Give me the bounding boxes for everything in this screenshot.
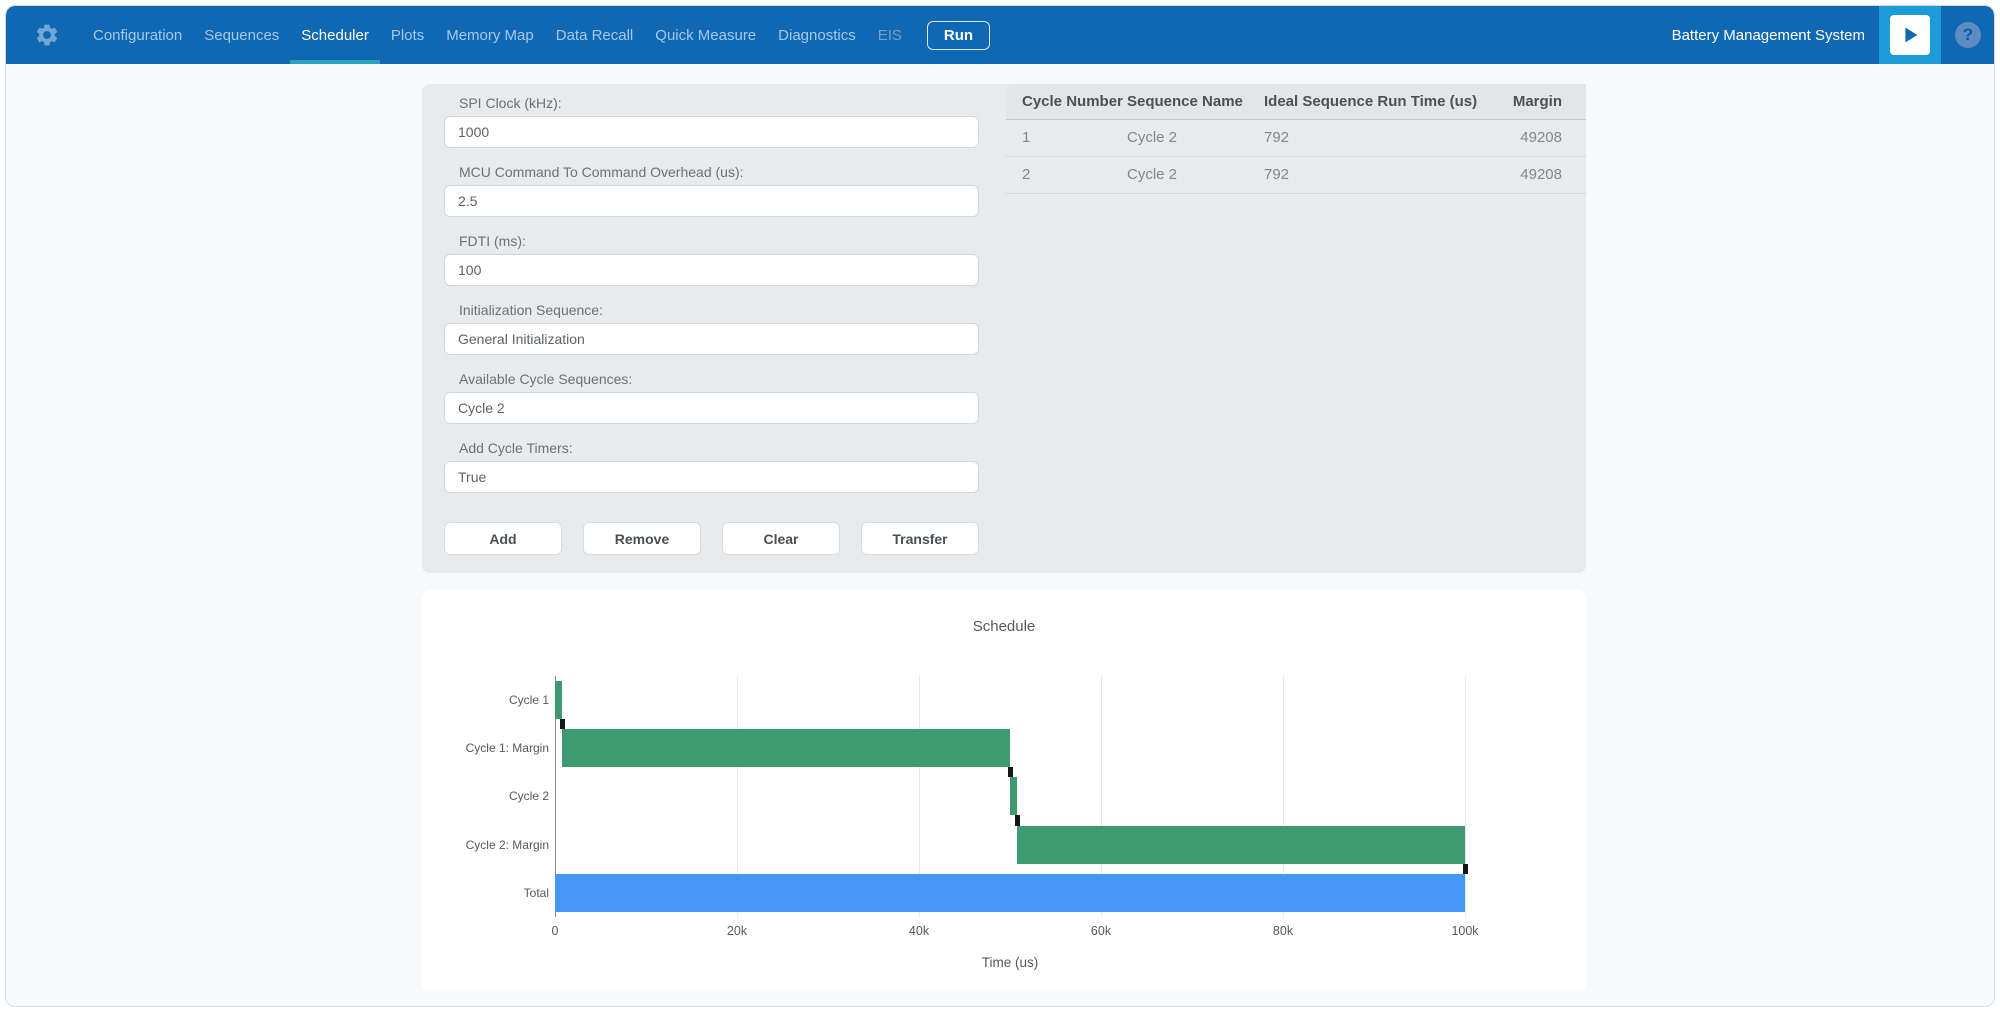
add-button[interactable]: Add (444, 522, 562, 555)
field-input-initialization-sequence[interactable] (444, 323, 979, 355)
nav-item-sequences[interactable]: Sequences (193, 6, 290, 64)
table-cell: Cycle 2 (1127, 156, 1264, 193)
nav-menu: ConfigurationSequencesSchedulerPlotsMemo… (82, 6, 913, 64)
app-title: Battery Management System (1672, 27, 1865, 44)
form-button-row: Add Remove Clear Transfer (444, 522, 979, 555)
gantt-bar-total (555, 874, 1465, 912)
transition-marker (1463, 864, 1468, 874)
table-cell: 2 (1006, 156, 1127, 193)
x-tick-label: 0 (533, 924, 577, 938)
field-input-add-cycle-timers[interactable] (444, 461, 979, 493)
table-row[interactable]: 1Cycle 279249208 (1006, 119, 1586, 156)
field-input-mcu-command-to-command-overhead-us[interactable] (444, 185, 979, 217)
table-header-row: Cycle NumberSequence NameIdeal Sequence … (1006, 84, 1586, 119)
x-tick-label: 80k (1261, 924, 1305, 938)
table-cell: 792 (1264, 119, 1501, 156)
help-icon[interactable]: ? (1955, 22, 1981, 48)
nav-item-configuration[interactable]: Configuration (82, 6, 193, 64)
play-tile-button[interactable] (1879, 6, 1941, 64)
table-cell: 792 (1264, 156, 1501, 193)
x-axis-title: Time (us) (555, 955, 1465, 970)
transition-marker (1015, 815, 1020, 825)
x-tick-label: 20k (715, 924, 759, 938)
y-category-label: Cycle 2 (422, 772, 549, 820)
y-category-label: Total (422, 869, 549, 917)
remove-button[interactable]: Remove (583, 522, 701, 555)
table-row[interactable]: 2Cycle 279249208 (1006, 156, 1586, 193)
field-input-spi-clock-khz[interactable] (444, 116, 979, 148)
nav-item-plots[interactable]: Plots (380, 6, 435, 64)
x-tick-label: 40k (897, 924, 941, 938)
nav-item-scheduler[interactable]: Scheduler (290, 6, 380, 64)
transfer-button[interactable]: Transfer (861, 522, 979, 555)
y-category-label: Cycle 2: Margin (422, 821, 549, 869)
table-body: 1Cycle 2792492082Cycle 279249208 (1006, 119, 1586, 193)
transition-marker (1008, 767, 1013, 777)
gantt-bar-cycle-2 (1010, 777, 1017, 815)
nav-item-eis: EIS (867, 6, 913, 64)
clear-button[interactable]: Clear (722, 522, 840, 555)
app-window: ConfigurationSequencesSchedulerPlotsMemo… (5, 5, 1995, 1007)
nav-right-group: Battery Management System ? (1672, 6, 1994, 64)
nav-item-diagnostics[interactable]: Diagnostics (767, 6, 867, 64)
nav-item-data-recall[interactable]: Data Recall (545, 6, 645, 64)
nav-item-quick-measure[interactable]: Quick Measure (644, 6, 767, 64)
y-category-label: Cycle 1: Margin (422, 724, 549, 772)
column-header-sequence-name: Sequence Name (1127, 84, 1264, 119)
x-tick-label: 100k (1443, 924, 1487, 938)
x-tick-label: 60k (1079, 924, 1123, 938)
column-header-cycle-number: Cycle Number (1006, 84, 1127, 119)
field-label-fdti-ms: FDTI (ms): (459, 233, 526, 250)
field-label-available-cycle-sequences: Available Cycle Sequences: (459, 371, 632, 388)
field-label-spi-clock-khz: SPI Clock (kHz): (459, 95, 562, 112)
nav-item-memory-map[interactable]: Memory Map (435, 6, 545, 64)
table-cell: 1 (1006, 119, 1127, 156)
column-header-ideal-sequence-run-time-us: Ideal Sequence Run Time (us) (1264, 84, 1501, 119)
column-header-margin: Margin (1501, 84, 1586, 119)
chart-title: Schedule (422, 618, 1586, 635)
schedule-chart-card: Schedule 0 20k 40k 60k 80k 100k Cycle 1Cycle 1… (422, 590, 1586, 991)
field-input-available-cycle-sequences[interactable] (444, 392, 979, 424)
settings-gear-icon[interactable] (34, 6, 60, 64)
gantt-bar-cycle-2-margin (1017, 826, 1465, 864)
field-label-mcu-command-to-command-overhead-us: MCU Command To Command Overhead (us): (459, 164, 744, 181)
cycles-table: Cycle NumberSequence NameIdeal Sequence … (1006, 84, 1586, 194)
table-cell: Cycle 2 (1127, 119, 1264, 156)
gantt-bar-cycle-1 (555, 681, 562, 719)
scheduler-config-panel: SPI Clock (kHz): MCU Command To Command O… (422, 84, 1586, 573)
field-label-initialization-sequence: Initialization Sequence: (459, 302, 603, 319)
gantt-bar-cycle-1-margin (562, 729, 1010, 767)
gridline (1465, 676, 1466, 917)
top-navbar: ConfigurationSequencesSchedulerPlotsMemo… (6, 6, 1994, 64)
field-input-fdti-ms[interactable] (444, 254, 979, 286)
y-category-label: Cycle 1 (422, 676, 549, 724)
table-cell: 49208 (1501, 119, 1586, 156)
transition-marker (560, 719, 565, 729)
table-cell: 49208 (1501, 156, 1586, 193)
field-label-add-cycle-timers: Add Cycle Timers: (459, 440, 573, 457)
play-icon (1890, 15, 1930, 55)
run-button[interactable]: Run (927, 21, 990, 50)
